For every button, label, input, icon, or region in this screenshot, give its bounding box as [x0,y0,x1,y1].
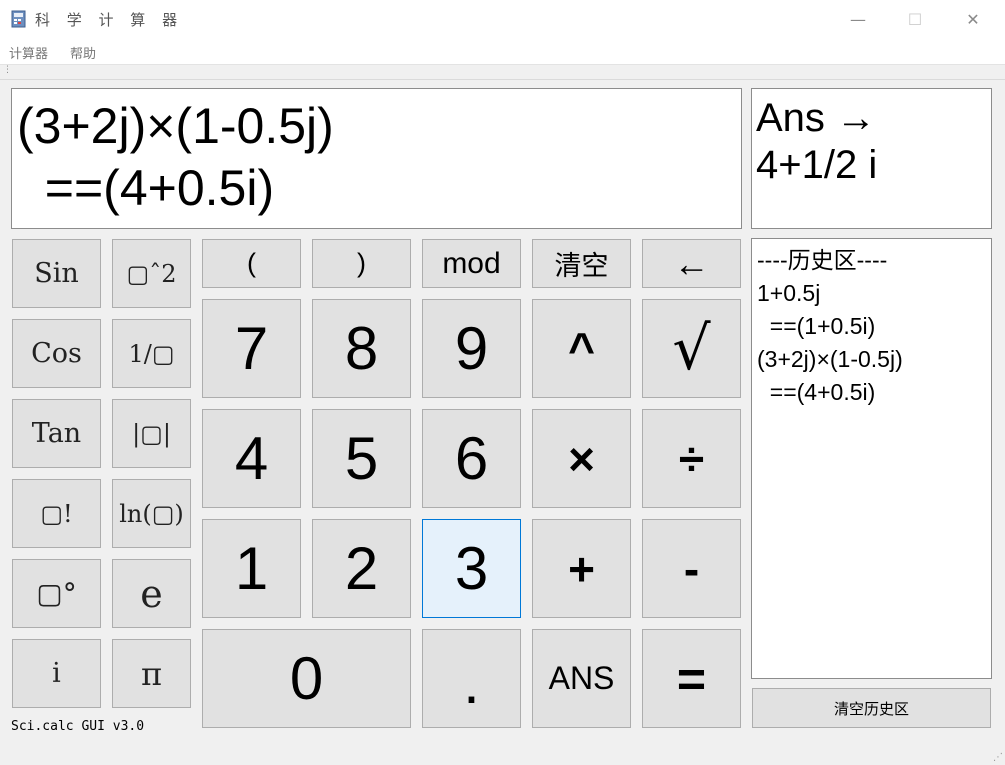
digit-2-button[interactable]: 2 [312,519,411,618]
menu-help[interactable]: 帮助 [70,43,96,62]
resize-grip-icon[interactable]: ⋰ [993,753,1003,763]
expression-display: (3+2j)×(1-0.5j) ==(4+0.5i) [11,88,742,229]
clear-button[interactable]: 清空 [532,239,631,288]
digit-7-button[interactable]: 7 [202,299,301,398]
add-button[interactable]: + [532,519,631,618]
window-title: 科 学 计 算 器 [35,11,184,29]
digit-9-button[interactable]: 9 [422,299,521,398]
factorial-button[interactable]: ▢! [12,479,101,548]
digit-8-button[interactable]: 8 [312,299,411,398]
menu-bar: 计算器 帮助 [0,38,1005,64]
pi-button[interactable]: π [112,639,191,708]
square-button[interactable]: ▢ˆ2 [112,239,191,308]
sin-button[interactable]: Sin [12,239,101,308]
toolbar-grip[interactable]: ⋮ [3,65,12,75]
left-paren-button[interactable]: ( [202,239,301,288]
multiply-button[interactable]: × [532,409,631,508]
toolbar-strip: ⋮ [0,64,1005,80]
app-icon [11,10,26,28]
ans-display: Ans → 4+1/2 i [751,88,992,229]
subtract-button[interactable]: - [642,519,741,618]
tan-button[interactable]: Tan [12,399,101,468]
digit-3-button[interactable]: 3 [422,519,521,618]
digit-5-button[interactable]: 5 [312,409,411,508]
close-button[interactable]: ✕ [950,0,996,38]
clear-history-button[interactable]: 清空历史区 [752,688,991,728]
digit-6-button[interactable]: 6 [422,409,521,508]
digit-1-button[interactable]: 1 [202,519,301,618]
maximize-button[interactable]: ☐ [892,0,938,38]
decimal-point-button[interactable]: . [422,629,521,728]
digit-0-button[interactable]: 0 [202,629,411,728]
right-paren-button[interactable]: ) [312,239,411,288]
ln-button[interactable]: ln(▢) [112,479,191,548]
equals-button[interactable]: = [642,629,741,728]
degree-button[interactable]: ▢° [12,559,101,628]
mod-button[interactable]: mod [422,239,521,288]
e-constant-button[interactable]: e [112,559,191,628]
backspace-button[interactable]: ← [642,239,741,288]
reciprocal-button[interactable]: 1/▢ [112,319,191,388]
digit-4-button[interactable]: 4 [202,409,301,508]
ans-button[interactable]: ANS [532,629,631,728]
sqrt-button[interactable]: √ [642,299,741,398]
cos-button[interactable]: Cos [12,319,101,388]
minimize-button[interactable]: — [835,0,881,38]
menu-calculator[interactable]: 计算器 [9,43,48,62]
version-label: Sci.calc GUI v3.0 [11,719,145,734]
power-button[interactable]: ^ [532,299,631,398]
title-bar: 科 学 计 算 器 — ☐ ✕ [0,0,1005,38]
divide-button[interactable]: ÷ [642,409,741,508]
history-panel: ----历史区---- 1+0.5j ==(1+0.5i) (3+2j)×(1-… [751,238,992,679]
imaginary-i-button[interactable]: i [12,639,101,708]
abs-button[interactable]: |▢| [112,399,191,468]
